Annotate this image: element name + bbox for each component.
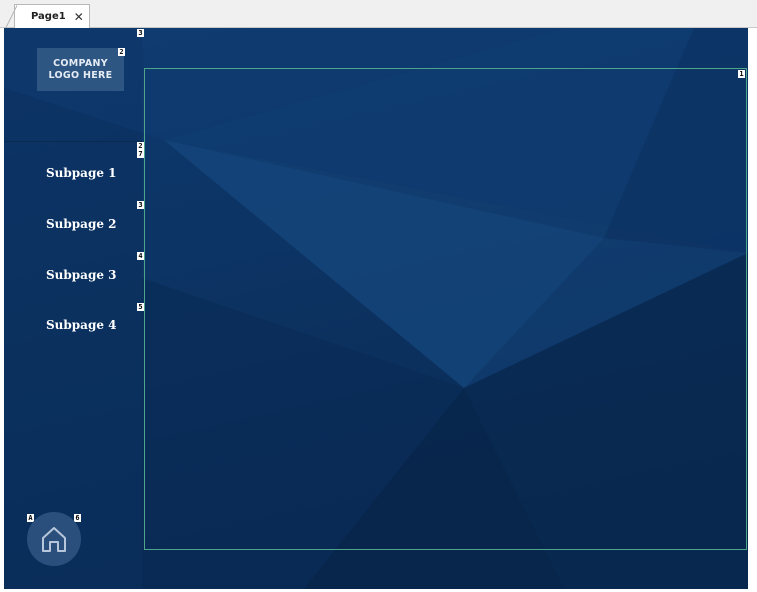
nav-subpage-3[interactable]: Subpage 3 xyxy=(46,268,117,282)
sidebar-marker: 3 xyxy=(137,29,144,37)
nav-subpage-4[interactable]: Subpage 4 xyxy=(46,318,117,332)
company-logo[interactable]: COMPANY LOGO HERE xyxy=(37,48,124,91)
home-marker-b: 6 xyxy=(74,514,81,522)
home-icon xyxy=(42,527,66,552)
close-icon[interactable]: ✕ xyxy=(74,11,84,23)
tab-page1[interactable]: Page1 ✕ xyxy=(5,4,90,29)
tab-label: Page1 xyxy=(31,11,66,22)
content-frame[interactable] xyxy=(144,68,747,550)
nav-marker-3: 4 xyxy=(137,252,144,260)
logo-line-1: COMPANY xyxy=(53,57,108,69)
tab-bar: Page1 ✕ xyxy=(0,0,757,29)
home-button[interactable] xyxy=(27,512,81,566)
content-marker: 1 xyxy=(738,70,745,78)
logo-marker: 2 xyxy=(118,48,125,56)
nav-marker-2: 3 xyxy=(137,201,144,209)
nav-marker-a: 2 xyxy=(137,142,144,150)
nav-marker-4: 5 xyxy=(137,303,144,311)
nav-subpage-1[interactable]: Subpage 1 xyxy=(46,166,117,180)
design-canvas: COMPANY LOGO HERE 2 3 2 7 3 4 5 Subpage … xyxy=(4,28,748,589)
nav-marker-b: 7 xyxy=(137,150,144,158)
sidebar-divider xyxy=(4,141,142,142)
nav-subpage-2[interactable]: Subpage 2 xyxy=(46,217,117,231)
logo-line-2: LOGO HERE xyxy=(48,69,113,81)
